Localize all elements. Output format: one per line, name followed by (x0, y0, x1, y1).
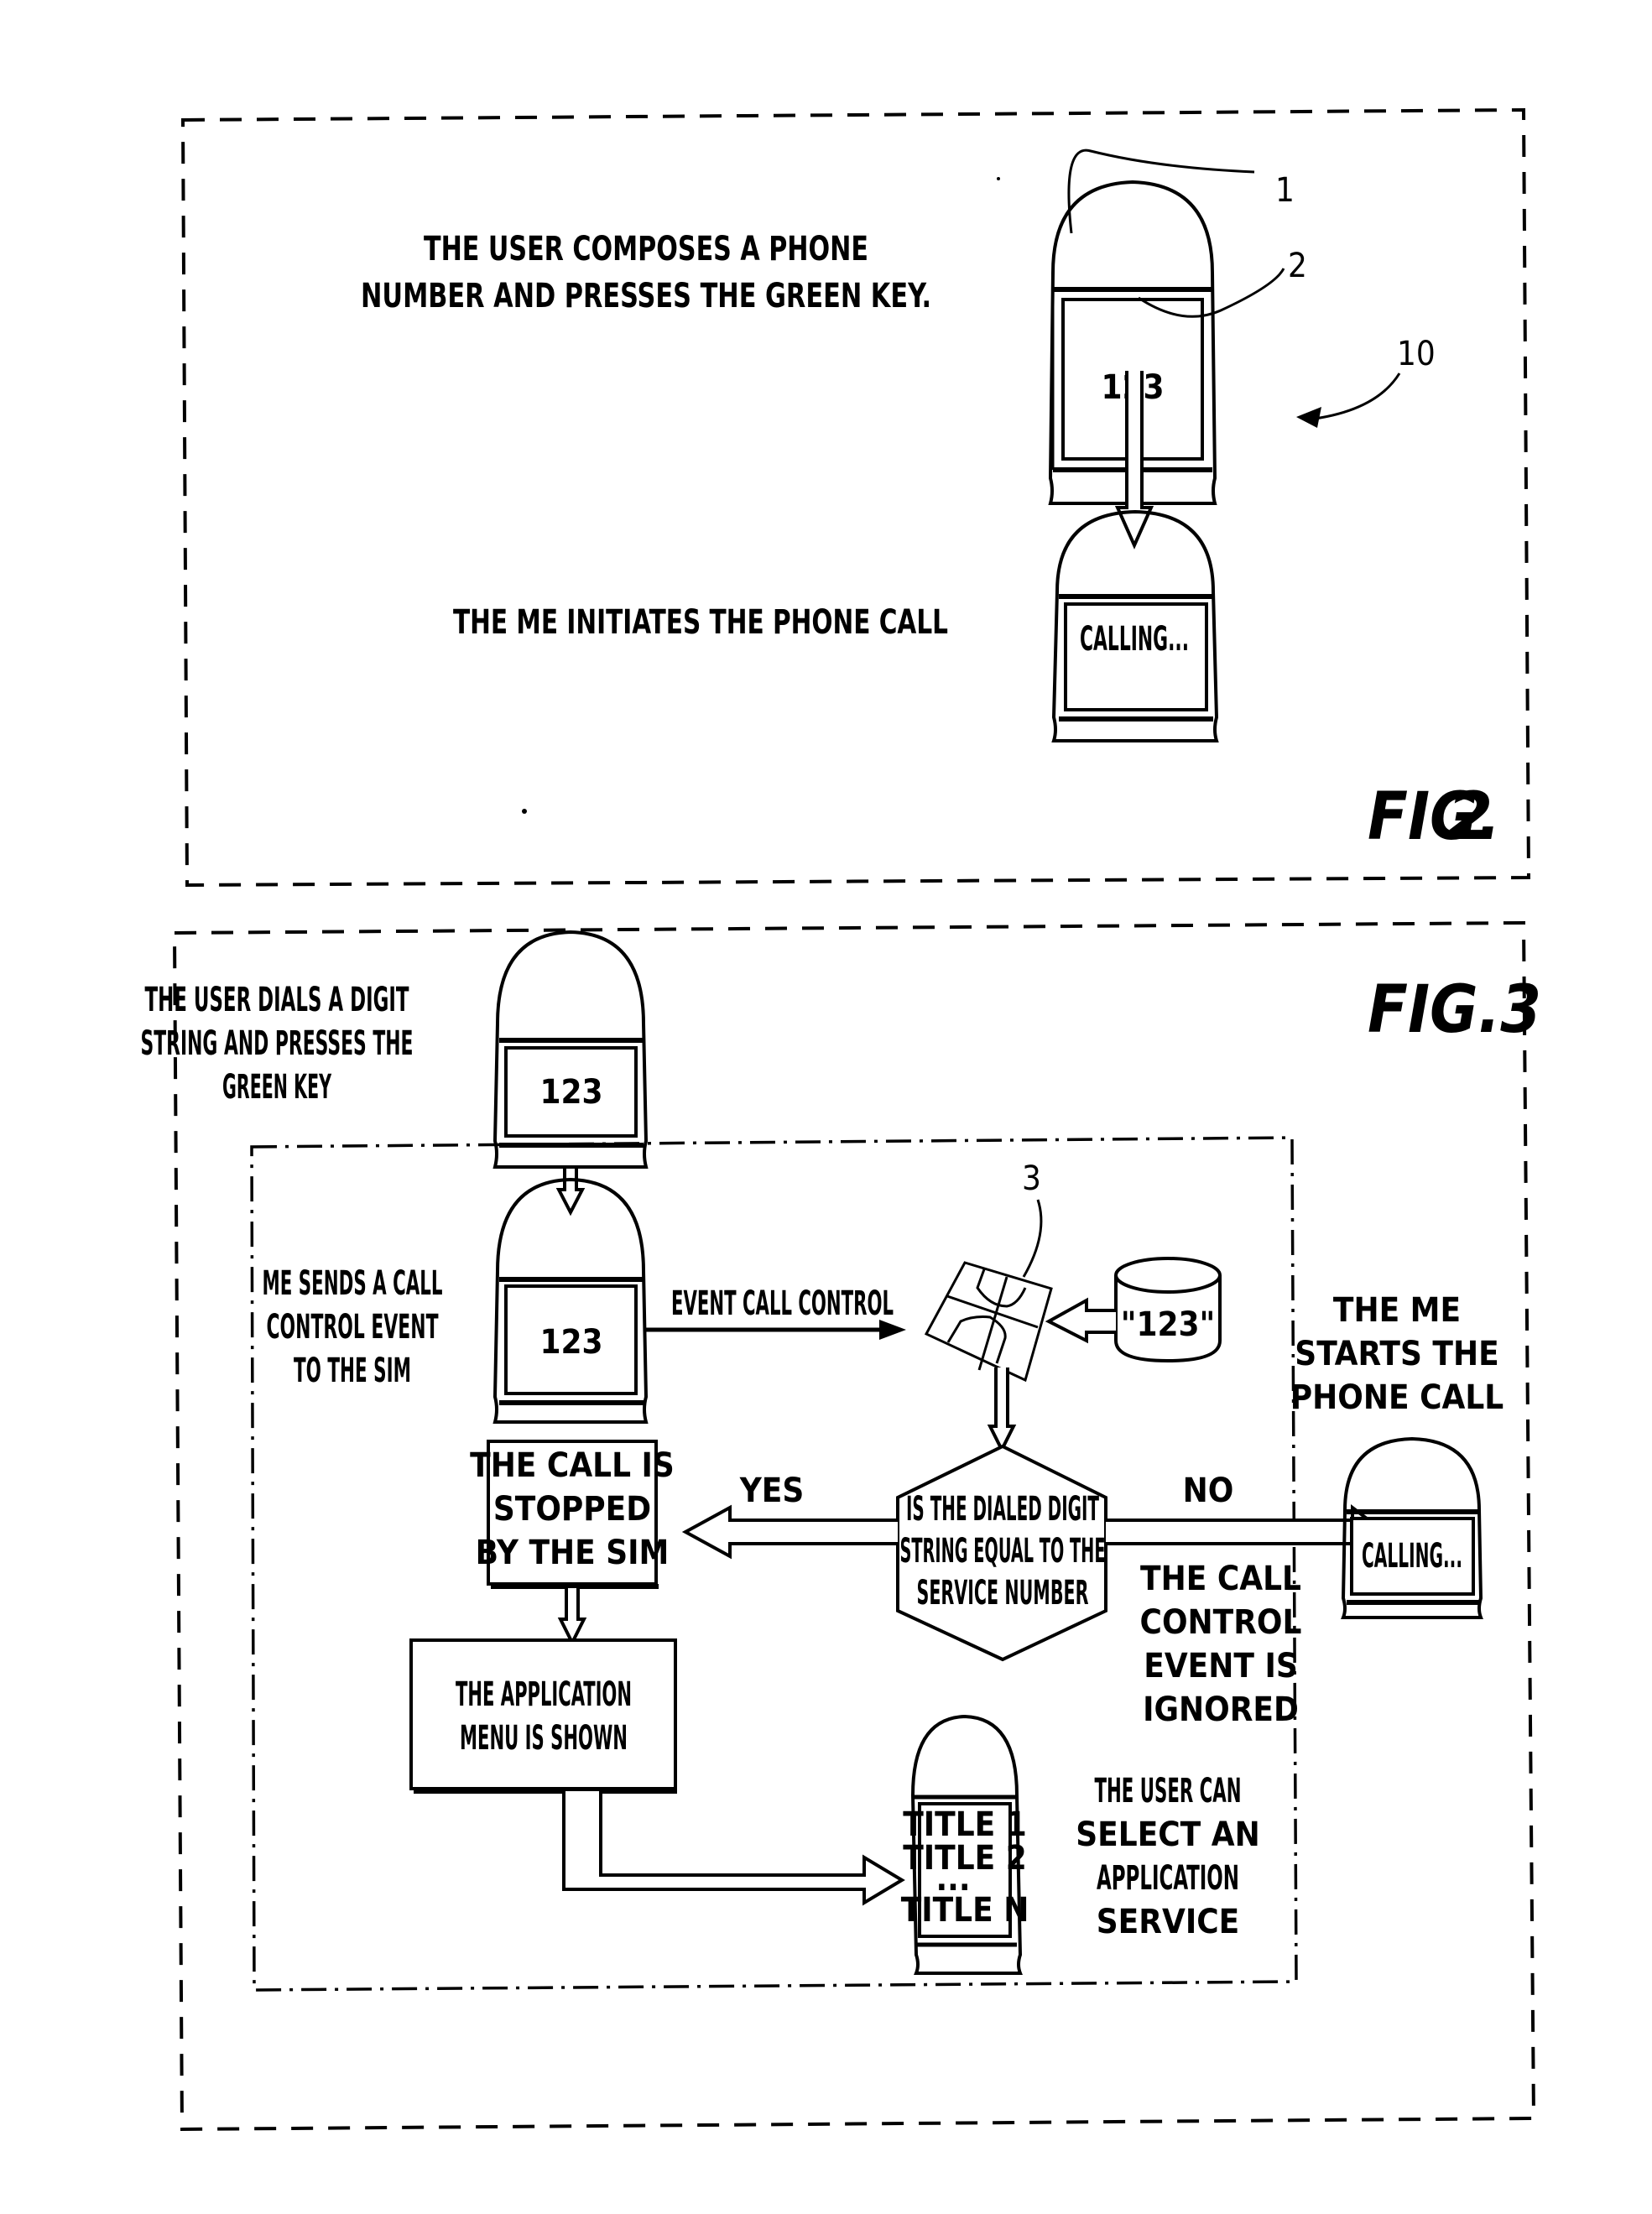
fig2-step2-text: THE ME INITIATES THE PHONE CALL (453, 603, 948, 642)
fig3-phone-calling: CALLING... (1341, 1436, 1483, 1619)
fig3-ignored-line1: THE CALL (1140, 1560, 1301, 1598)
fig3-phone-send: 123 (492, 1177, 649, 1424)
fig3-phone-send-screen-text: 123 (539, 1323, 602, 1362)
fig3-database-icon: "123" (1114, 1257, 1222, 1363)
fig3-sim-ref: 3 (1022, 1159, 1041, 1198)
fig3-yes-label: YES (739, 1472, 805, 1510)
fig2-border (180, 107, 1531, 888)
fig3-event-label: EVENT CALL CONTROL (671, 1284, 894, 1323)
fig3-menu-item-n: TITLE N (901, 1891, 1029, 1930)
fig3-ignored-line3: EVENT IS (1144, 1647, 1298, 1685)
fig3-menu-line1: THE APPLICATION (456, 1675, 632, 1714)
fig3-select-line3: APPLICATION (1097, 1859, 1239, 1898)
fig3-send-line2: CONTROL EVENT (267, 1308, 439, 1347)
fig3-send-line1: ME SENDS A CALL (263, 1264, 443, 1303)
fig3-phone-calling-screen-text: CALLING... (1362, 1537, 1462, 1576)
stray-mark (997, 177, 1000, 180)
fig3-menu-box (409, 1638, 677, 1790)
fig2-step1-line1: THE USER COMPOSES A PHONE (424, 230, 868, 268)
fig3-phone-dial-screen-text: 123 (539, 1073, 602, 1112)
fig3-dial-line3: GREEN KEY (222, 1068, 332, 1107)
fig3-start-line3: PHONE CALL (1290, 1378, 1503, 1417)
fig3-sim-card-icon (924, 1261, 1053, 1383)
fig3-start-line1: THE ME (1333, 1291, 1461, 1330)
fig3-ignored-line2: CONTROL (1140, 1603, 1302, 1642)
fig2-phone2-screen-text: CALLING... (1080, 620, 1189, 659)
fig2-ref1-leader (1067, 148, 1255, 234)
fig2-ref-10: 10 (1397, 335, 1436, 373)
fig2-panel: THE USER COMPOSES A PHONE NUMBER AND PRE… (180, 107, 1531, 888)
fig2-ref10-leader (1308, 372, 1401, 421)
fig2-ref-2: 2 (1288, 247, 1307, 285)
fig3-dial-line2: STRING AND PRESSES THE (141, 1024, 414, 1063)
fig3-sim-ref-leader (1022, 1199, 1043, 1278)
fig3-decision-line1: IS THE DIALED DIGIT (906, 1490, 1099, 1529)
fig2-ref10-arrowhead (1296, 407, 1321, 428)
fig3-db-value: "123" (1121, 1305, 1216, 1344)
fig3-select-line2: SELECT AN (1076, 1815, 1259, 1854)
fig3-select-line4: SERVICE (1097, 1903, 1239, 1941)
fig3-arrow-dial-to-send (555, 1169, 586, 1216)
fig3-start-line2: STARTS THE (1295, 1335, 1498, 1373)
fig3-arrow-sim-to-decision (987, 1367, 1017, 1454)
fig3-yes-arrow (681, 1504, 898, 1560)
stray-mark (522, 809, 527, 814)
fig3-decision-line2: STRING EQUAL TO THE (900, 1532, 1106, 1571)
fig3-stopped-line3: BY THE SIM (476, 1534, 670, 1572)
fig3-stopped-line2: STOPPED (493, 1490, 651, 1529)
fig2-step1-line2: NUMBER AND PRESSES THE GREEN KEY. (361, 277, 931, 315)
fig3-phone-dial: 123 (492, 930, 649, 1169)
fig3-select-line1: THE USER CAN (1095, 1772, 1242, 1810)
fig3-send-line3: TO THE SIM (294, 1352, 411, 1390)
fig2-label-num: 2 (1447, 779, 1493, 855)
fig3-ignored-line4: IGNORED (1143, 1690, 1299, 1729)
fig2-ref-1: 1 (1275, 171, 1295, 210)
fig3-decision-line3: SERVICE NUMBER (917, 1574, 1089, 1612)
fig3-no-label: NO (1183, 1472, 1234, 1510)
fig3-menu-line2: MENU IS SHOWN (460, 1719, 628, 1758)
fig3-arrow-stopped-to-menu (557, 1588, 587, 1647)
fig3-phone-titles: TITLE 1 TITLE 2 ... TITLE N (901, 1714, 1029, 1975)
patent-drawing-sheet: THE USER COMPOSES A PHONE NUMBER AND PRE… (141, 107, 1541, 2132)
fig3-arrow-menu-to-titles (562, 1791, 905, 1906)
fig3-label: FIG.3 (1368, 972, 1541, 1048)
fig3-stopped-line1: THE CALL IS (470, 1446, 675, 1485)
fig3-dial-line1: THE USER DIALS A DIGIT (145, 981, 409, 1019)
fig3-arrow-db-to-sim (1045, 1297, 1116, 1344)
fig3-panel: FIG.3 THE USER DIALS A DIGIT STRING AND … (141, 920, 1541, 2132)
